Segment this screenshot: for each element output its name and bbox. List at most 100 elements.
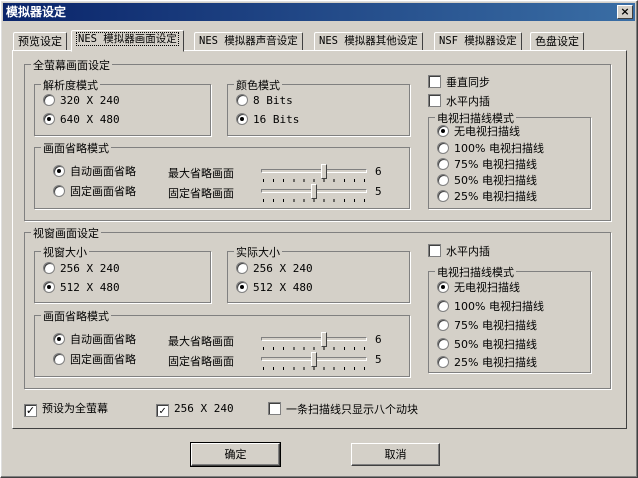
win-max-skip-value: 6 <box>375 333 382 346</box>
fs-scanline-50-dot <box>437 174 449 186</box>
fs-auto-skip-radio[interactable]: 自动画面省略 <box>53 165 136 179</box>
fs-scanline-100-dot <box>437 142 449 154</box>
fs-scanline-50-radio[interactable]: 50% 电视扫描线 <box>437 174 537 188</box>
fs-scanline-title: 电视扫描线模式 <box>435 110 516 126</box>
win-scanline-25-dot <box>437 356 449 368</box>
win-size-256-dot <box>43 262 55 274</box>
win-scanline-title: 电视扫描线模式 <box>435 264 516 280</box>
win-fixed-skip-ticks <box>263 367 365 370</box>
fs-scanline-75-dot <box>437 158 449 170</box>
fs-fixed-skip-ticks <box>263 199 365 202</box>
win-auto-skip-dot <box>53 333 65 345</box>
fs-scanline-75-radio[interactable]: 75% 电视扫描线 <box>437 158 537 172</box>
fs-color-title: 颜色模式 <box>234 77 282 93</box>
win-size-group: 视窗大小 <box>34 244 211 303</box>
tab-preview[interactable]: 预览设定 <box>13 32 67 51</box>
actual-size-group: 实际大小 <box>227 244 410 303</box>
fs-max-skip-track <box>261 169 367 173</box>
fs-fixed-skip-radio[interactable]: 固定画面省略 <box>53 185 136 199</box>
default-fullscreen-checkbox[interactable]: ✓ 预设为全萤幕 <box>24 402 108 417</box>
win-max-skip-label: 最大省略画面 <box>168 335 234 348</box>
fs-res-320-radio[interactable]: 320 X 240 <box>43 94 120 108</box>
win-max-skip-thumb[interactable] <box>321 332 327 347</box>
tab-nsf[interactable]: NSF 模拟器设定 <box>434 32 522 51</box>
tab-palette[interactable]: 色盘设定 <box>530 32 584 51</box>
fs-frameskip-title: 画面省略模式 <box>41 140 111 156</box>
fs-res-320-dot <box>43 94 55 106</box>
default-fullscreen-check-icon: ✓ <box>24 404 37 417</box>
actual-size-256-dot <box>236 262 248 274</box>
sprite-limit-box <box>268 402 281 415</box>
sprite-limit-checkbox[interactable]: 一条扫描线只显示八个动块 <box>268 402 418 416</box>
ok-button[interactable]: 确定 <box>190 442 281 467</box>
win-size-256-radio[interactable]: 256 X 240 <box>43 262 120 276</box>
win-auto-skip-radio[interactable]: 自动画面省略 <box>53 333 136 347</box>
fs-interp-checkbox[interactable]: 水平内插 <box>428 94 490 108</box>
close-button[interactable]: × <box>617 5 633 19</box>
win-frameskip-title: 画面省略模式 <box>41 308 111 324</box>
win-fixed-skip-thumb[interactable] <box>311 352 317 367</box>
fs-color-16bit-radio[interactable]: 16 Bits <box>236 113 299 127</box>
win-interp-checkbox[interactable]: 水平内插 <box>428 244 490 258</box>
fs-max-skip-label: 最大省略画面 <box>168 167 234 180</box>
fs-resolution-title: 解析度模式 <box>41 77 100 93</box>
fs-color-8bit-radio[interactable]: 8 Bits <box>236 94 293 108</box>
win-scanline-100-dot <box>437 300 449 312</box>
fs-fixed-skip-dot <box>53 185 65 197</box>
win-interp-box <box>428 244 441 257</box>
cancel-button[interactable]: 取消 <box>351 443 440 466</box>
win-size-512-radio[interactable]: 512 X 480 <box>43 281 120 295</box>
actual-size-title: 实际大小 <box>234 244 282 260</box>
win-fixed-skip-dot <box>53 353 65 365</box>
tab-nes-video[interactable]: NES 模拟器画面设定 <box>71 30 184 52</box>
fs-scanline-none-dot <box>437 125 449 137</box>
win-fixed-skip-slider[interactable] <box>261 352 367 370</box>
settings-dialog: 模拟器设定 × 预览设定 NES 模拟器画面设定 NES 模拟器声音设定 NES… <box>0 0 638 478</box>
win-max-skip-track <box>261 337 367 341</box>
fs-fixed-skip-value: 5 <box>375 185 382 198</box>
fs-fixed-skip-slider[interactable] <box>261 184 367 202</box>
window-title: 模拟器设定 <box>6 5 67 19</box>
fs-vsync-checkbox[interactable]: 垂直同步 <box>428 75 490 89</box>
win-size-title: 视窗大小 <box>41 244 89 260</box>
actual-size-256-radio[interactable]: 256 X 240 <box>236 262 313 276</box>
fs-scanline-none-radio[interactable]: 无电视扫描线 <box>437 125 520 139</box>
fs-auto-skip-dot <box>53 165 65 177</box>
win-scanline-none-radio[interactable]: 无电视扫描线 <box>437 281 520 295</box>
fs-res-640-dot <box>43 113 55 125</box>
fs-scanline-100-radio[interactable]: 100% 电视扫描线 <box>437 142 544 156</box>
fs-color-group: 颜色模式 <box>227 77 410 136</box>
fs-resolution-group: 解析度模式 <box>34 77 211 136</box>
win-fixed-skip-radio[interactable]: 固定画面省略 <box>53 353 136 367</box>
tab-nes-other[interactable]: NES 模拟器其他设定 <box>314 32 423 51</box>
win-scanline-100-radio[interactable]: 100% 电视扫描线 <box>437 300 544 314</box>
res-256-checkbox[interactable]: ✓ 256 X 240 <box>156 402 234 417</box>
actual-size-512-dot <box>236 281 248 293</box>
win-size-512-dot <box>43 281 55 293</box>
fs-fixed-skip-label: 固定省略画面 <box>168 187 234 200</box>
fs-max-skip-value: 6 <box>375 165 382 178</box>
fs-max-skip-ticks <box>263 179 365 182</box>
win-scanline-none-dot <box>437 281 449 293</box>
res-256-check-icon: ✓ <box>156 404 169 417</box>
win-scanline-50-radio[interactable]: 50% 电视扫描线 <box>437 338 537 352</box>
fs-color-16bit-dot <box>236 113 248 125</box>
fs-max-skip-thumb[interactable] <box>321 164 327 179</box>
win-scanline-75-dot <box>437 319 449 331</box>
win-scanline-25-radio[interactable]: 25% 电视扫描线 <box>437 356 537 370</box>
windowed-title: 视窗画面设定 <box>31 225 101 241</box>
fs-res-640-radio[interactable]: 640 X 480 <box>43 113 120 127</box>
win-fixed-skip-value: 5 <box>375 353 382 366</box>
fs-scanline-25-radio[interactable]: 25% 电视扫描线 <box>437 190 537 204</box>
fs-fixed-skip-thumb[interactable] <box>311 184 317 199</box>
fs-max-skip-slider[interactable] <box>261 164 367 182</box>
close-icon: × <box>620 5 630 18</box>
win-scanline-75-radio[interactable]: 75% 电视扫描线 <box>437 319 537 333</box>
actual-size-512-radio[interactable]: 512 X 480 <box>236 281 313 295</box>
fs-vsync-box <box>428 75 441 88</box>
fs-interp-box <box>428 94 441 107</box>
tab-nes-sound[interactable]: NES 模拟器声音设定 <box>194 32 303 51</box>
title-bar: 模拟器设定 × <box>3 3 635 21</box>
win-max-skip-slider[interactable] <box>261 332 367 350</box>
win-scanline-50-dot <box>437 338 449 350</box>
